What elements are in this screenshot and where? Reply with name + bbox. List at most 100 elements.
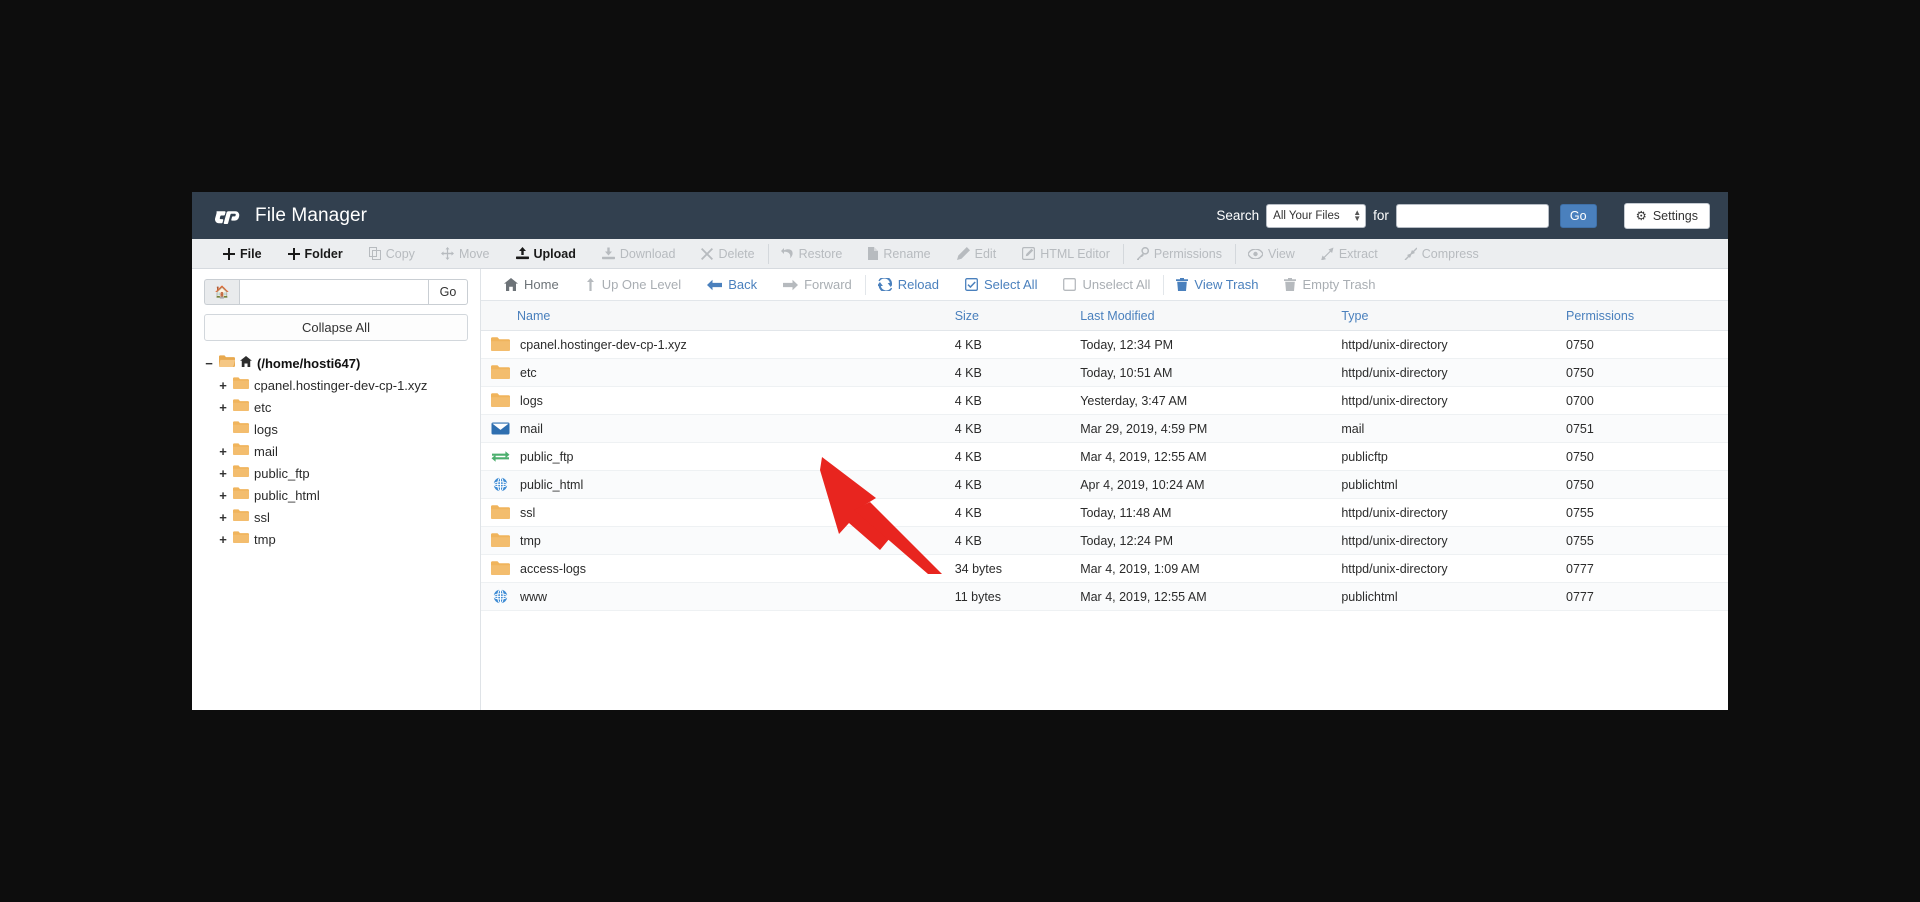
column-header-modified[interactable]: Last Modified <box>1080 301 1342 331</box>
folder-icon <box>233 376 249 395</box>
nav-up-one-level-button[interactable]: Up One Level <box>572 269 695 301</box>
nav-toolbar: Home Up One Level Back Forward Reload Select … <box>481 269 1728 301</box>
cell-name: ssl <box>481 498 955 527</box>
action-move-button: Move <box>428 239 503 269</box>
settings-button[interactable]: ⚙ Settings <box>1623 202 1710 229</box>
extract-icon <box>1321 247 1334 260</box>
nav-reload-button[interactable]: Reload <box>864 269 952 301</box>
sidebar: 🏠 Go Collapse All − (/home/hosti647) + cpan… <box>192 269 481 710</box>
expand-plus-icon[interactable]: + <box>218 379 228 392</box>
action-folder-button[interactable]: Folder <box>275 239 356 269</box>
tree-node-label: public_ftp <box>254 465 310 481</box>
cell-modified: Mar 4, 2019, 12:55 AM <box>1080 442 1342 471</box>
folder-icon <box>491 393 510 409</box>
checkbox-checked-icon <box>965 278 978 291</box>
nav-unselect-all-button[interactable]: Unselect All <box>1050 269 1163 301</box>
cell-modified: Mar 29, 2019, 4:59 PM <box>1080 414 1342 443</box>
tree-node-etc[interactable]: + etc <box>204 396 468 418</box>
cell-size: 4 KB <box>954 330 1081 359</box>
nav-back-button[interactable]: Back <box>694 269 770 301</box>
table-row[interactable]: public_html 4 KB Apr 4, 2019, 10:24 AM publ… <box>481 470 1728 499</box>
nav-label: View Trash <box>1194 277 1259 292</box>
search-go-button[interactable]: Go <box>1559 203 1597 228</box>
expand-plus-icon[interactable]: + <box>218 445 228 458</box>
plus-icon <box>223 247 235 260</box>
home-icon: 🏠 <box>214 285 230 299</box>
download-icon <box>601 247 615 260</box>
file-name: tmp <box>520 533 541 548</box>
nav-home-button[interactable]: Home <box>491 269 572 301</box>
table-row[interactable]: mail 4 KB Mar 29, 2019, 4:59 PM mail 0751 <box>481 414 1728 443</box>
table-row[interactable]: cpanel.hostinger-dev-cp-1.xyz 4 KB Today, … <box>481 330 1728 359</box>
action-extract-button: Extract <box>1308 239 1391 269</box>
nav-view-trash-button[interactable]: View Trash <box>1163 269 1271 301</box>
cell-name: etc <box>481 358 955 387</box>
table-row[interactable]: logs 4 KB Yesterday, 3:47 AM httpd/unix-dir… <box>481 386 1728 415</box>
cell-type: httpd/unix-directory <box>1341 358 1567 387</box>
column-header-type[interactable]: Type <box>1341 301 1567 331</box>
nav-empty-trash-button[interactable]: Empty Trash <box>1271 269 1388 301</box>
table-row[interactable]: ssl 4 KB Today, 11:48 AM httpd/unix-directo… <box>481 498 1728 527</box>
cell-permissions: 0750 <box>1566 470 1728 499</box>
action-file-button[interactable]: File <box>210 239 275 269</box>
nav-label: Back <box>728 277 758 292</box>
tree-node-ssl[interactable]: + ssl <box>204 506 468 528</box>
tree-node-mail[interactable]: + mail <box>204 440 468 462</box>
tree-node-public-html[interactable]: + public_html <box>204 484 468 506</box>
app-title: File Manager <box>255 204 368 226</box>
search-input[interactable] <box>1395 203 1549 228</box>
file-icon <box>868 247 879 260</box>
nav-forward-button[interactable]: Forward <box>770 269 865 301</box>
table-row[interactable]: etc 4 KB Today, 10:51 AM httpd/unix-directo… <box>481 358 1728 387</box>
table-row[interactable]: access-logs 34 bytes Mar 4, 2019, 1:09 AM h… <box>481 554 1728 583</box>
folder-open-icon <box>219 354 236 373</box>
tree-node-logs[interactable]: logs <box>204 418 468 440</box>
file-table-body: cpanel.hostinger-dev-cp-1.xyz 4 KB Today, … <box>481 330 1728 611</box>
body-split: 🏠 Go Collapse All − (/home/hosti647) + cpan… <box>192 269 1728 710</box>
action-rename-button: Rename <box>855 239 943 269</box>
tree-node-cpanel-hostinger-dev-cp-1-xyz[interactable]: + cpanel.hostinger-dev-cp-1.xyz <box>204 374 468 396</box>
path-input[interactable] <box>239 279 428 305</box>
collapse-all-button[interactable]: Collapse All <box>204 314 468 341</box>
column-header-name[interactable]: Name <box>481 301 955 331</box>
table-row[interactable]: public_ftp 4 KB Mar 4, 2019, 12:55 AM publi… <box>481 442 1728 471</box>
main-pane: Home Up One Level Back Forward Reload Select … <box>481 269 1728 710</box>
action-edit-button: Edit <box>944 239 1010 269</box>
collapse-minus-icon[interactable]: − <box>204 357 214 370</box>
tree-node-label: (/home/hosti647) <box>257 355 361 371</box>
tree-node-public-ftp[interactable]: + public_ftp <box>204 462 468 484</box>
column-header-size[interactable]: Size <box>954 301 1081 331</box>
cell-size: 4 KB <box>954 386 1081 415</box>
expand-plus-icon[interactable]: + <box>218 467 228 480</box>
action-label: Upload <box>533 246 576 261</box>
expand-plus-icon[interactable]: + <box>218 533 228 546</box>
sidebar-home-button[interactable]: 🏠 <box>204 279 239 305</box>
expand-plus-icon[interactable]: + <box>218 511 228 524</box>
folder-icon <box>233 420 249 439</box>
file-name: logs <box>520 393 543 408</box>
column-header-permissions[interactable]: Permissions <box>1566 301 1728 331</box>
search-scope-select[interactable]: All Your Files <box>1266 203 1367 228</box>
action-label: HTML Editor <box>1040 246 1110 261</box>
tree-node-home-hosti647[interactable]: − (/home/hosti647) <box>204 352 468 374</box>
cell-permissions: 0750 <box>1566 330 1728 359</box>
cell-modified: Apr 4, 2019, 10:24 AM <box>1080 470 1342 499</box>
tree-node-label: tmp <box>254 531 276 547</box>
file-name: access-logs <box>520 561 586 576</box>
expand-plus-icon[interactable]: + <box>218 401 228 414</box>
action-label: Rename <box>883 246 931 261</box>
action-upload-button[interactable]: Upload <box>503 239 589 269</box>
nav-label: Empty Trash <box>1302 277 1376 292</box>
cell-name: tmp <box>481 526 955 555</box>
table-row[interactable]: www 11 bytes Mar 4, 2019, 12:55 AM publicht… <box>481 582 1728 611</box>
tree-node-tmp[interactable]: + tmp <box>204 528 468 550</box>
path-go-button[interactable]: Go <box>428 279 468 305</box>
nav-select-all-button[interactable]: Select All <box>952 269 1050 301</box>
action-label: Edit <box>974 246 997 261</box>
nav-label: Forward <box>804 277 852 292</box>
nav-label: Reload <box>897 277 939 292</box>
table-row[interactable]: tmp 4 KB Today, 12:24 PM httpd/unix-directo… <box>481 526 1728 555</box>
home-icon <box>240 354 252 373</box>
expand-plus-icon[interactable]: + <box>218 489 228 502</box>
reload-icon <box>877 278 892 291</box>
